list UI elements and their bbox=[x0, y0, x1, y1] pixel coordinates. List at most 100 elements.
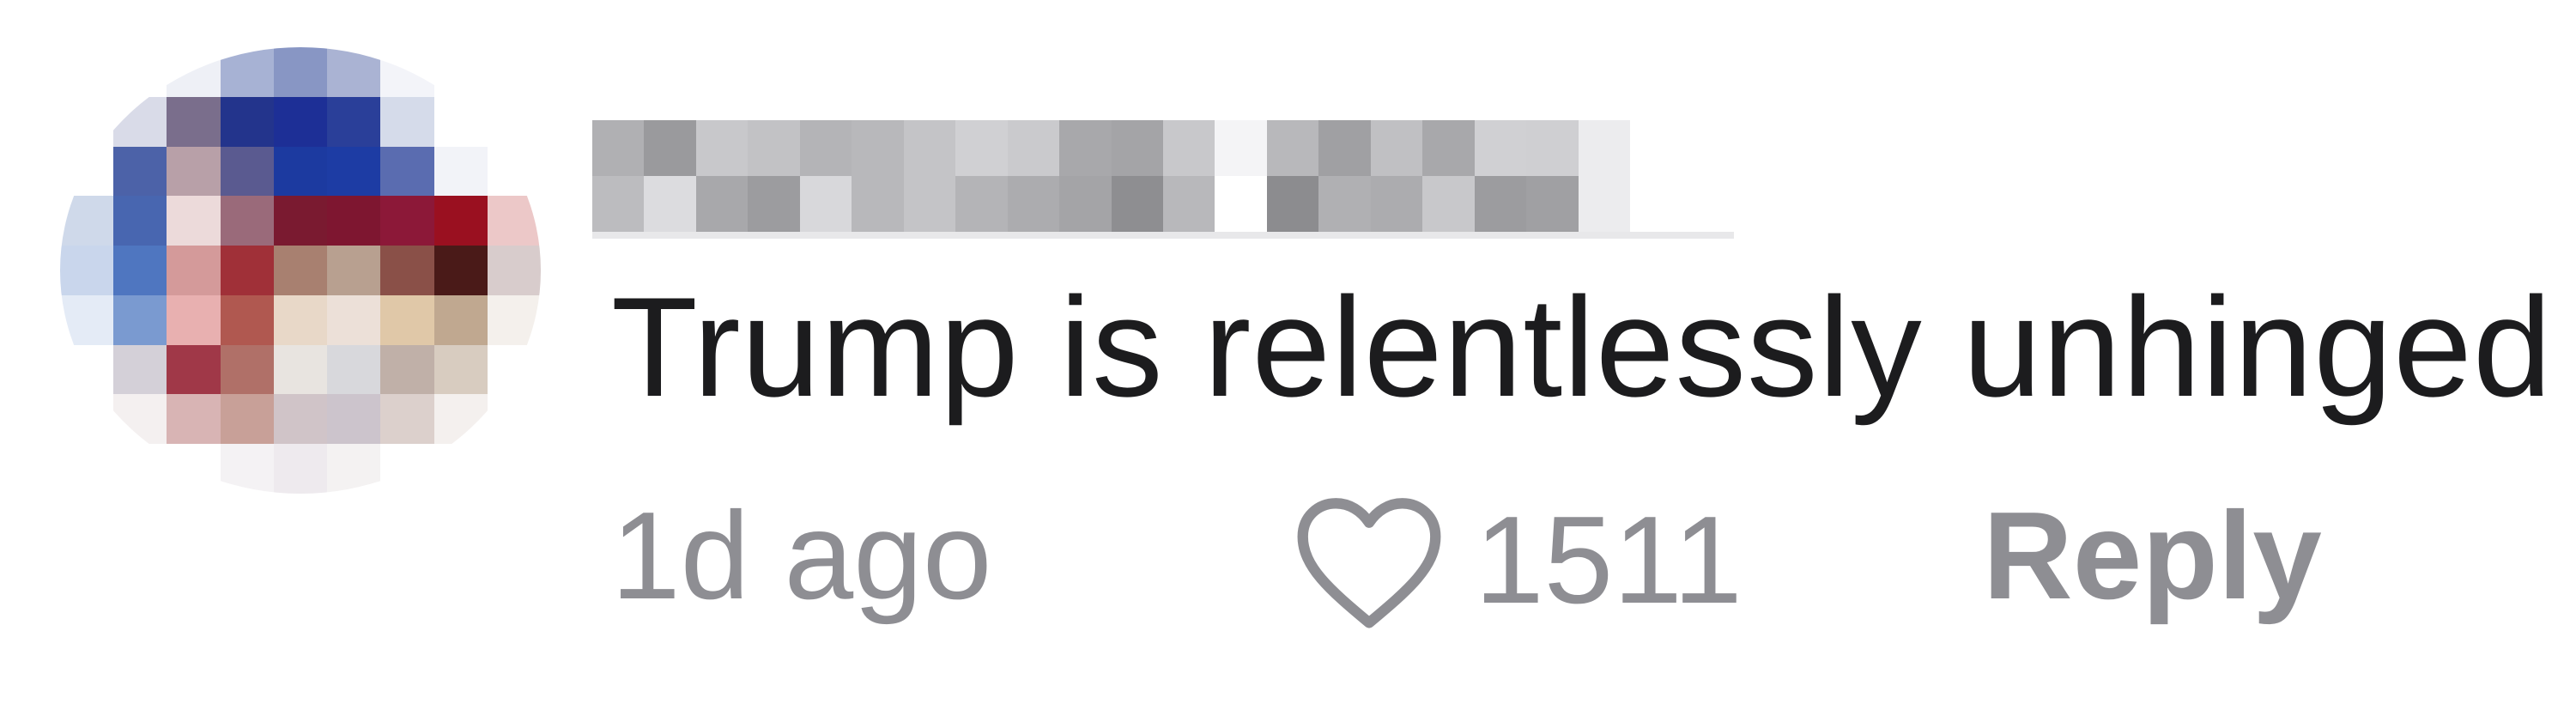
avatar-pixel bbox=[487, 394, 541, 445]
username-pixel bbox=[1526, 120, 1579, 176]
username-pixel bbox=[1474, 176, 1527, 232]
avatar-pixel bbox=[273, 146, 328, 197]
avatar-pixel bbox=[273, 444, 328, 494]
avatar-pixel bbox=[60, 47, 114, 97]
username-pixel bbox=[1630, 120, 1682, 176]
username-pixel bbox=[695, 176, 749, 232]
avatar-pixel bbox=[380, 294, 434, 345]
username-pixel bbox=[592, 176, 645, 232]
avatar-pixel bbox=[273, 246, 328, 295]
username-pixel bbox=[1215, 176, 1267, 232]
avatar-pixel bbox=[327, 246, 381, 295]
avatar-pixel bbox=[113, 344, 167, 395]
username-pixel bbox=[1007, 176, 1060, 232]
avatar-pixel bbox=[167, 96, 221, 147]
avatar-pixel bbox=[433, 196, 488, 246]
avatar-pixel bbox=[220, 294, 274, 345]
like-count: 1511 bbox=[1475, 489, 1743, 629]
avatar-pixel bbox=[433, 394, 488, 445]
username-pixel bbox=[903, 120, 956, 176]
avatar-pixel bbox=[380, 146, 434, 197]
username-blurred[interactable] bbox=[592, 120, 1734, 239]
username-pixel bbox=[1526, 176, 1579, 232]
username-pixel bbox=[955, 176, 1008, 232]
avatar-pixel bbox=[380, 96, 434, 147]
avatar-pixel bbox=[380, 444, 434, 494]
avatar-pixel bbox=[273, 294, 328, 345]
avatar[interactable] bbox=[60, 47, 541, 494]
avatar-pixel bbox=[487, 96, 541, 147]
username-pixel bbox=[955, 120, 1008, 176]
avatar-pixel bbox=[273, 196, 328, 246]
username-pixel bbox=[1111, 120, 1163, 176]
avatar-pixel bbox=[380, 246, 434, 295]
username-pixel bbox=[1422, 120, 1475, 176]
username-pixel bbox=[852, 120, 904, 176]
username-pixel bbox=[1162, 120, 1215, 176]
avatar-pixel bbox=[380, 344, 434, 395]
username-pixel bbox=[1111, 176, 1163, 232]
username-pixel bbox=[1682, 120, 1734, 176]
avatar-pixel bbox=[433, 47, 488, 97]
avatar-pixel bbox=[433, 444, 488, 494]
username-pixel bbox=[1059, 120, 1112, 176]
avatar-pixel bbox=[327, 394, 381, 445]
username-pixel bbox=[1578, 120, 1631, 176]
avatar-pixel bbox=[433, 146, 488, 197]
avatar-pixel bbox=[220, 96, 274, 147]
avatar-pixel bbox=[60, 344, 114, 395]
username-pixel bbox=[1215, 120, 1267, 176]
comment-meta: 1d ago 1511 Reply bbox=[0, 494, 2576, 640]
heart-outline-icon[interactable] bbox=[1288, 487, 1451, 633]
avatar-pixel bbox=[220, 196, 274, 246]
avatar-pixel bbox=[487, 47, 541, 97]
avatar-pixel bbox=[380, 47, 434, 97]
avatar-pixel bbox=[327, 146, 381, 197]
reply-button[interactable]: Reply bbox=[1983, 494, 2322, 618]
username-pixel bbox=[799, 120, 852, 176]
avatar-pixel bbox=[60, 146, 114, 197]
username-pixel bbox=[748, 120, 800, 176]
avatar-pixel bbox=[167, 47, 221, 97]
username-pixel bbox=[852, 176, 904, 232]
username-pixel bbox=[903, 176, 956, 232]
avatar-pixel bbox=[273, 344, 328, 395]
avatar-pixel bbox=[380, 196, 434, 246]
avatar-pixel bbox=[60, 294, 114, 345]
like-button[interactable]: 1511 bbox=[1288, 487, 1743, 633]
avatar-pixel bbox=[433, 96, 488, 147]
username-pixel bbox=[1578, 176, 1631, 232]
username-pixel bbox=[1318, 176, 1371, 232]
avatar-pixel bbox=[220, 47, 274, 97]
avatar-pixel bbox=[113, 394, 167, 445]
username-pixel bbox=[1059, 176, 1112, 232]
avatar-pixel bbox=[327, 344, 381, 395]
avatar-pixel bbox=[167, 246, 221, 295]
avatar-pixel bbox=[327, 196, 381, 246]
avatar-pixel bbox=[60, 196, 114, 246]
avatar-pixel bbox=[273, 96, 328, 147]
username-pixel bbox=[1370, 120, 1423, 176]
avatar-pixel bbox=[220, 146, 274, 197]
username-pixel bbox=[592, 120, 645, 176]
avatar-pixel bbox=[433, 294, 488, 345]
avatar-pixel bbox=[167, 294, 221, 345]
avatar-pixel bbox=[273, 47, 328, 97]
avatar-pixel bbox=[273, 394, 328, 445]
timestamp: 1d ago bbox=[611, 486, 992, 625]
username-pixel bbox=[1422, 176, 1475, 232]
username-pixel bbox=[1630, 176, 1682, 232]
comment-item: Trump is relentlessly unhinged 1d ago 15… bbox=[0, 0, 2576, 716]
username-pixel bbox=[1318, 120, 1371, 176]
avatar-pixel bbox=[327, 47, 381, 97]
avatar-pixel bbox=[380, 394, 434, 445]
username-pixel bbox=[1266, 176, 1319, 232]
username-pixel bbox=[1682, 176, 1734, 232]
avatar-pixel bbox=[60, 444, 114, 494]
avatar-pixel bbox=[60, 96, 114, 147]
username-pixel bbox=[644, 120, 696, 176]
avatar-pixel bbox=[113, 96, 167, 147]
avatar-pixel bbox=[60, 394, 114, 445]
username-pixel bbox=[799, 176, 852, 232]
avatar-pixel bbox=[113, 444, 167, 494]
